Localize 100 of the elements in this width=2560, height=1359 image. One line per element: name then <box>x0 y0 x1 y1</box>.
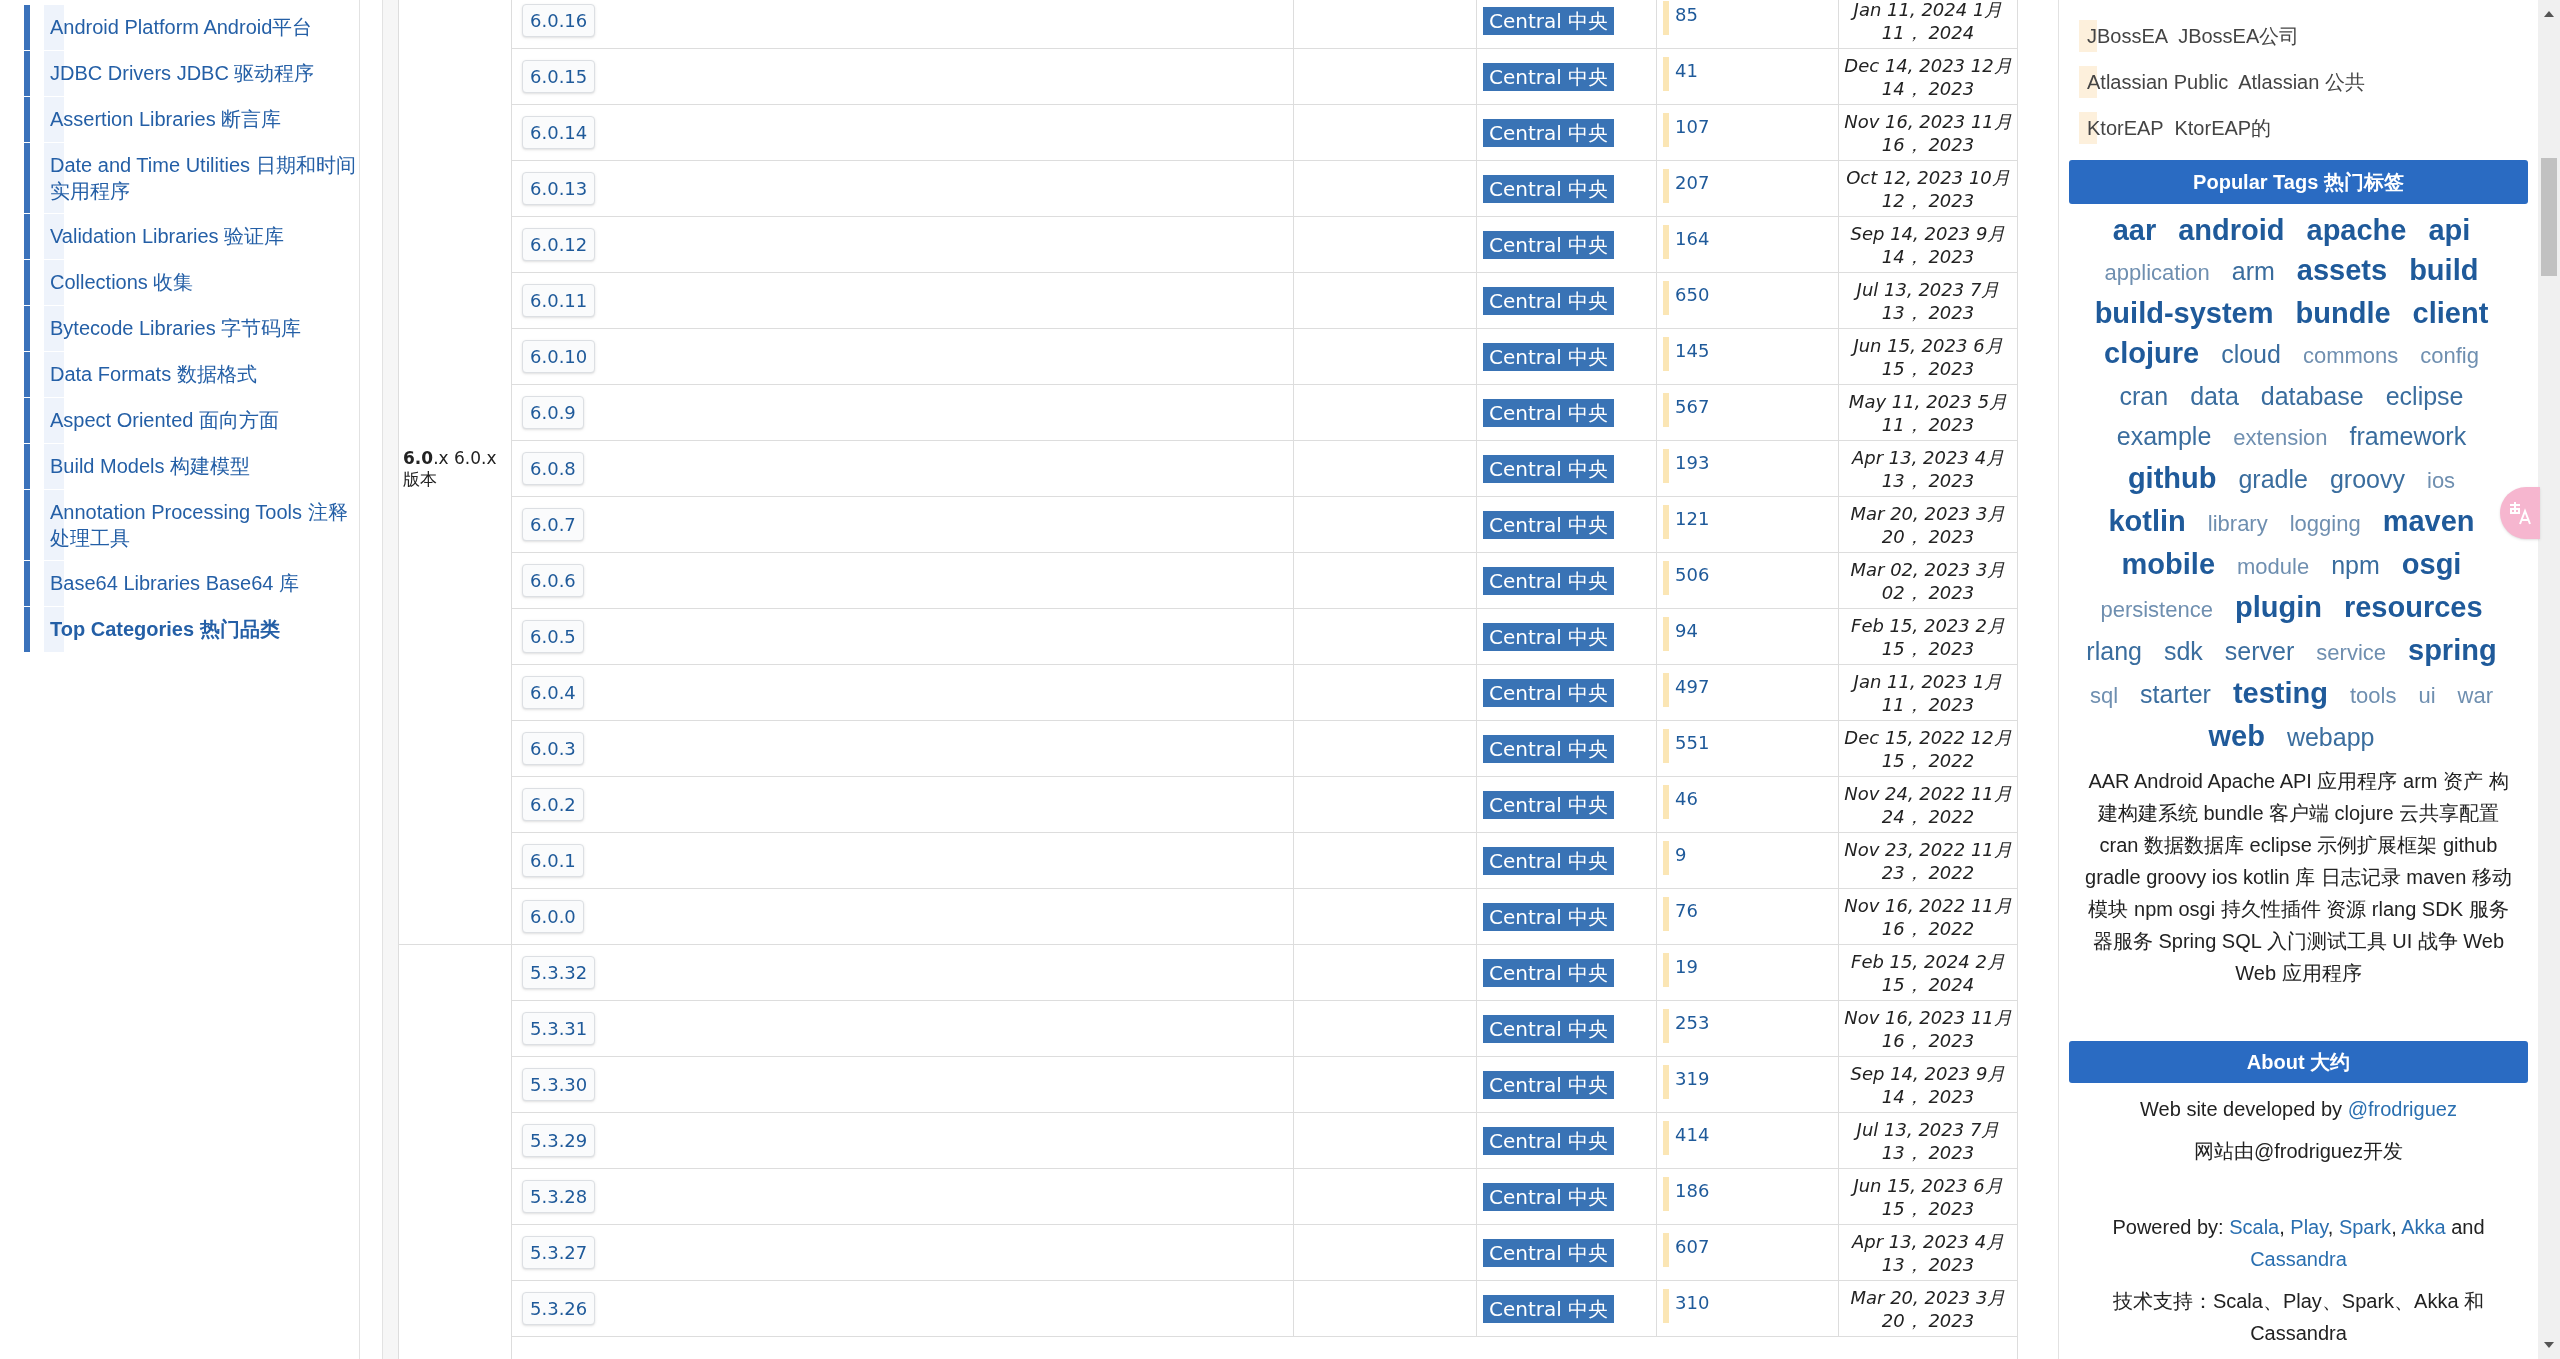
link[interactable]: Akka <box>2401 1216 2446 1238</box>
sidebar-link[interactable]: Bytecode Libraries 字节码库 <box>44 306 302 351</box>
tag-link[interactable]: data <box>2190 376 2239 416</box>
tag-link[interactable]: android <box>2178 210 2285 250</box>
sidebar-link[interactable]: Base64 Libraries Base64 库 <box>44 561 300 606</box>
repository-label[interactable]: Central 中央 <box>1483 1182 1615 1211</box>
sidebar-link[interactable]: Collections 收集 <box>44 260 194 305</box>
tag-link[interactable]: assets <box>2296 250 2388 290</box>
sidebar-link[interactable]: Android Platform Android平台 <box>44 5 313 50</box>
tag-link[interactable]: gradle <box>2238 459 2308 499</box>
repository-link[interactable]: KtorEAP KtorEAP的 <box>2079 112 2272 144</box>
tag-link[interactable]: rlang <box>2086 631 2142 671</box>
tag-link[interactable]: plugin <box>2234 587 2322 627</box>
tag-link[interactable]: github <box>2127 458 2217 498</box>
repository-label[interactable]: Central 中央 <box>1483 622 1615 651</box>
repository-label[interactable]: Central 中央 <box>1483 958 1615 987</box>
repository-label[interactable]: Central 中央 <box>1483 734 1615 763</box>
version-link[interactable]: 5.3.32 <box>522 956 596 989</box>
tag-link[interactable]: osgi <box>2401 544 2462 584</box>
usages-link[interactable]: 650 <box>1675 281 1710 308</box>
usages-link[interactable]: 41 <box>1675 57 1698 84</box>
repository-link[interactable]: Atlassian Public Atlassian 公共 <box>2079 66 2365 98</box>
version-link[interactable]: 6.0.4 <box>522 676 584 709</box>
usages-link[interactable]: 607 <box>1675 1233 1710 1260</box>
sidebar-link[interactable]: Data Formats 数据格式 <box>44 352 257 397</box>
scroll-up-icon[interactable] <box>2543 10 2555 18</box>
sidebar-link[interactable]: Aspect Oriented 面向方面 <box>44 398 279 443</box>
usages-link[interactable]: 121 <box>1675 505 1710 532</box>
usages-link[interactable]: 107 <box>1675 113 1710 140</box>
version-link[interactable]: 6.0.13 <box>522 172 596 205</box>
repository-label[interactable]: Central 中央 <box>1483 1070 1615 1099</box>
tag-link[interactable]: webapp <box>2286 717 2375 757</box>
tag-link[interactable]: arm <box>2231 251 2275 291</box>
link[interactable]: @frodriguez <box>2347 1098 2457 1120</box>
tag-link[interactable]: clojure <box>2104 333 2200 373</box>
usages-link[interactable]: 46 <box>1675 785 1698 812</box>
usages-link[interactable]: 497 <box>1675 673 1710 700</box>
version-link[interactable]: 6.0.1 <box>522 844 584 877</box>
version-link[interactable]: 6.0.3 <box>522 732 584 765</box>
version-link[interactable]: 5.3.28 <box>522 1180 596 1213</box>
tag-link[interactable]: sdk <box>2163 631 2203 671</box>
usages-link[interactable]: 164 <box>1675 225 1710 252</box>
version-link[interactable]: 5.3.31 <box>522 1012 596 1045</box>
usages-link[interactable]: 319 <box>1675 1065 1710 1092</box>
usages-link[interactable]: 567 <box>1675 393 1710 420</box>
version-link[interactable]: 6.0.12 <box>522 228 596 261</box>
scrollbar-thumb[interactable] <box>2541 158 2557 276</box>
repository-label[interactable]: Central 中央 <box>1483 174 1615 203</box>
usages-link[interactable]: 9 <box>1675 841 1687 868</box>
repository-label[interactable]: Central 中央 <box>1483 286 1615 315</box>
version-link[interactable]: 6.0.5 <box>522 620 584 653</box>
repository-label[interactable]: Central 中央 <box>1483 1294 1615 1323</box>
scrollbar[interactable] <box>2538 0 2560 1359</box>
repository-label[interactable]: Central 中央 <box>1483 118 1615 147</box>
version-link[interactable]: 5.3.27 <box>522 1236 596 1269</box>
repository-label[interactable]: Central 中央 <box>1483 1126 1615 1155</box>
repository-label[interactable]: Central 中央 <box>1483 566 1615 595</box>
sidebar-link[interactable]: Assertion Libraries 断言库 <box>44 97 282 142</box>
tag-link[interactable]: eclipse <box>2385 376 2464 416</box>
repository-label[interactable]: Central 中央 <box>1483 510 1615 539</box>
usages-link[interactable]: 506 <box>1675 561 1710 588</box>
version-link[interactable]: 6.0.14 <box>522 116 596 149</box>
repository-label[interactable]: Central 中央 <box>1483 454 1615 483</box>
repository-label[interactable]: Central 中央 <box>1483 62 1615 91</box>
tag-link[interactable]: example <box>2116 416 2212 456</box>
tag-link[interactable]: maven <box>2382 501 2475 541</box>
repository-label[interactable]: Central 中央 <box>1483 678 1615 707</box>
sidebar-heading[interactable]: Top Categories 热门品类 <box>44 607 280 652</box>
usages-link[interactable]: 94 <box>1675 617 1698 644</box>
usages-link[interactable]: 193 <box>1675 449 1710 476</box>
tag-link[interactable]: apache <box>2306 210 2407 250</box>
repository-label[interactable]: Central 中央 <box>1483 230 1615 259</box>
tag-link[interactable]: build <box>2409 250 2479 290</box>
tag-link[interactable]: server <box>2224 631 2295 671</box>
version-link[interactable]: 5.3.30 <box>522 1068 596 1101</box>
tag-link[interactable]: bundle <box>2295 293 2391 333</box>
usages-link[interactable]: 414 <box>1675 1121 1710 1148</box>
usages-link[interactable]: 207 <box>1675 169 1710 196</box>
usages-link[interactable]: 310 <box>1675 1289 1710 1316</box>
tag-link[interactable]: database <box>2260 376 2364 416</box>
scroll-down-icon[interactable] <box>2543 1341 2555 1349</box>
repository-label[interactable]: Central 中央 <box>1483 6 1615 35</box>
link[interactable]: Cassandra <box>2250 1248 2347 1270</box>
translate-button[interactable] <box>2500 487 2540 539</box>
tag-link[interactable]: starter <box>2140 674 2211 714</box>
tag-link[interactable]: kotlin <box>2108 501 2186 541</box>
tag-link[interactable]: cloud <box>2221 334 2281 374</box>
link[interactable]: Scala <box>2229 1216 2280 1238</box>
version-link[interactable]: 6.0.6 <box>522 564 584 597</box>
version-link[interactable]: 6.0.9 <box>522 396 584 429</box>
sidebar-link[interactable]: Validation Libraries 验证库 <box>44 214 285 259</box>
version-link[interactable]: 6.0.10 <box>522 340 596 373</box>
usages-link[interactable]: 145 <box>1675 337 1710 364</box>
version-link[interactable]: 6.0.15 <box>522 60 596 93</box>
tag-link[interactable]: api <box>2428 210 2471 250</box>
sidebar-link[interactable]: JDBC Drivers JDBC 驱动程序 <box>44 51 315 96</box>
repository-label[interactable]: Central 中央 <box>1483 1014 1615 1043</box>
repository-label[interactable]: Central 中央 <box>1483 398 1615 427</box>
version-link[interactable]: 5.3.26 <box>522 1292 596 1325</box>
link[interactable]: Spark <box>2338 1216 2392 1238</box>
